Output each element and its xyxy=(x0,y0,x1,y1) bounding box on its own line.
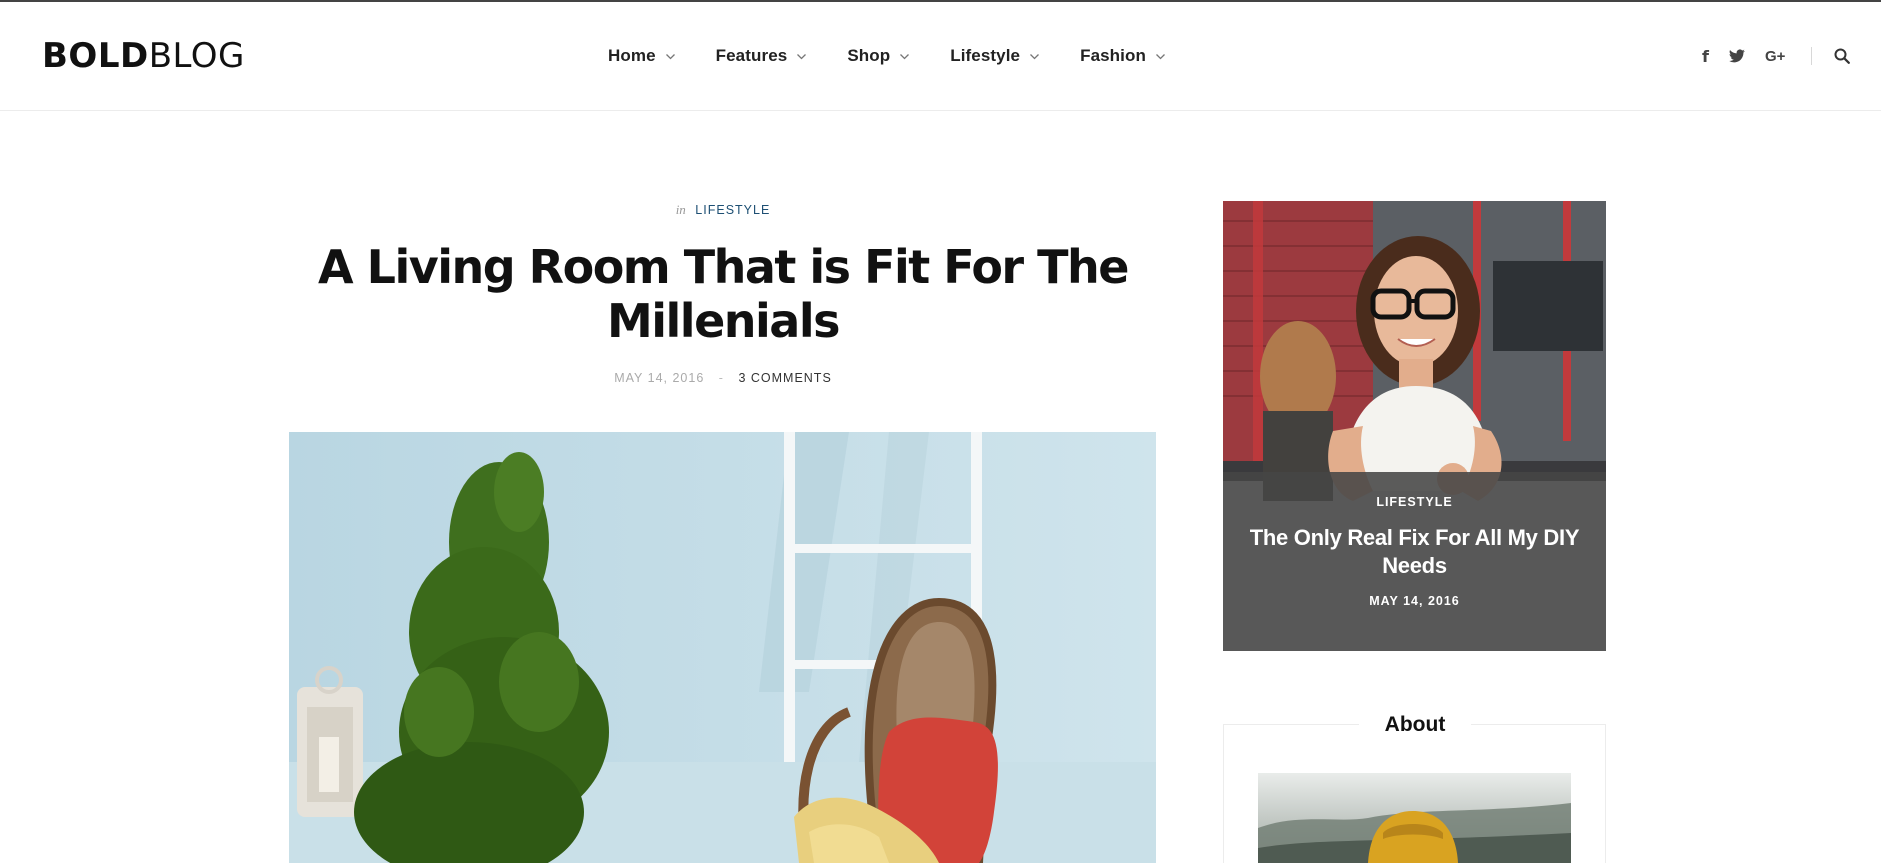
post-comments-link[interactable]: 3 COMMENTS xyxy=(738,371,831,385)
logo-bold-text: BOLD xyxy=(42,36,149,76)
nav-item-label: Lifestyle xyxy=(950,46,1021,65)
post-category-link[interactable]: LIFESTYLE xyxy=(695,203,770,217)
about-widget-title: About xyxy=(1359,710,1471,740)
about-widget-image xyxy=(1258,773,1571,863)
featured-post-overlay: LIFESTYLE The Only Real Fix For All My D… xyxy=(1223,472,1606,651)
nav-item-label: Fashion xyxy=(1080,46,1146,65)
meta-separator: - xyxy=(718,371,724,385)
twitter-icon[interactable] xyxy=(1728,49,1745,63)
post-meta: MAY 14, 2016 - 3 COMMENTS xyxy=(290,371,1156,385)
category-prefix: in xyxy=(675,202,686,217)
nav-item-label: Home xyxy=(608,46,656,65)
nav-item-label: Features xyxy=(715,46,788,65)
google-plus-icon[interactable]: G+ xyxy=(1765,48,1785,65)
featured-post-category[interactable]: LIFESTYLE xyxy=(1223,495,1606,509)
living-room-illustration xyxy=(289,432,1156,863)
post-category-line: in LIFESTYLE xyxy=(290,202,1156,218)
nav-item-fashion[interactable]: Fashion xyxy=(1080,46,1166,66)
search-icon[interactable] xyxy=(1834,48,1851,64)
main-nav: Home Features Shop Lifestyle Fashion xyxy=(608,42,1166,70)
post-date: MAY 14, 2016 xyxy=(614,371,705,385)
nav-item-features[interactable]: Features xyxy=(716,46,808,66)
nav-item-label: Shop xyxy=(847,46,891,65)
nav-item-home[interactable]: Home xyxy=(608,46,676,66)
chevron-down-icon xyxy=(796,51,807,62)
featured-post-card[interactable]: LIFESTYLE The Only Real Fix For All My D… xyxy=(1223,201,1606,651)
featured-post-title[interactable]: The Only Real Fix For All My DIY Needs xyxy=(1245,524,1585,580)
nav-item-shop[interactable]: Shop xyxy=(847,46,910,66)
chevron-down-icon xyxy=(899,51,910,62)
chevron-down-icon xyxy=(665,51,676,62)
post-featured-image xyxy=(289,432,1156,863)
facebook-icon[interactable]: f xyxy=(1702,47,1709,66)
chevron-down-icon xyxy=(1155,51,1166,62)
site-header: BOLDBLOG Home Features Shop Lifestyle Fa… xyxy=(0,2,1881,111)
featured-post-date: MAY 14, 2016 xyxy=(1369,594,1460,608)
post-title: A Living Room That is Fit For The Millen… xyxy=(318,240,1129,348)
nav-item-lifestyle[interactable]: Lifestyle xyxy=(950,46,1040,66)
site-logo[interactable]: BOLDBLOG xyxy=(42,35,245,77)
logo-light-text: BLOG xyxy=(148,36,245,76)
social-divider xyxy=(1811,47,1813,65)
social-links: f G+ xyxy=(1702,44,1851,68)
about-photo xyxy=(1258,773,1571,863)
chevron-down-icon xyxy=(1029,51,1040,62)
